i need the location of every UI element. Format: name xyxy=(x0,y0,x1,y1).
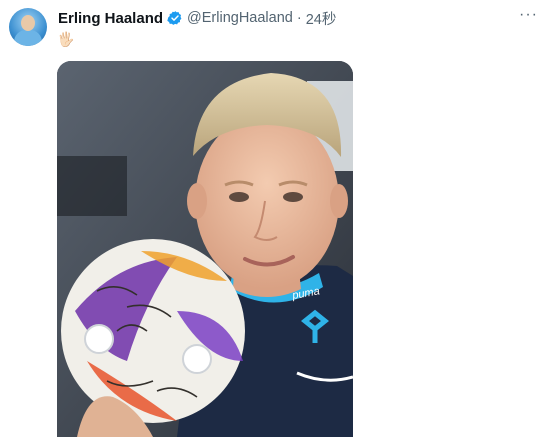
timestamp[interactable]: 24秒 xyxy=(306,8,337,29)
photo-illustration: puma xyxy=(57,61,353,437)
tweet-text: 🖐🏻 xyxy=(57,31,75,47)
author-name[interactable]: Erling Haaland xyxy=(58,10,163,27)
author-handle[interactable]: @ErlingHaaland xyxy=(187,10,293,26)
separator-dot: · xyxy=(296,10,302,26)
more-options-icon[interactable]: ··· xyxy=(519,6,538,24)
verified-badge-icon xyxy=(167,11,182,25)
tweet-header: Erling Haaland @ErlingHaaland · 24秒 xyxy=(58,8,336,28)
avatar-head xyxy=(21,15,35,31)
avatar[interactable] xyxy=(9,8,47,46)
avatar-shirt xyxy=(14,30,42,46)
tweet-photo[interactable]: puma xyxy=(57,61,353,437)
